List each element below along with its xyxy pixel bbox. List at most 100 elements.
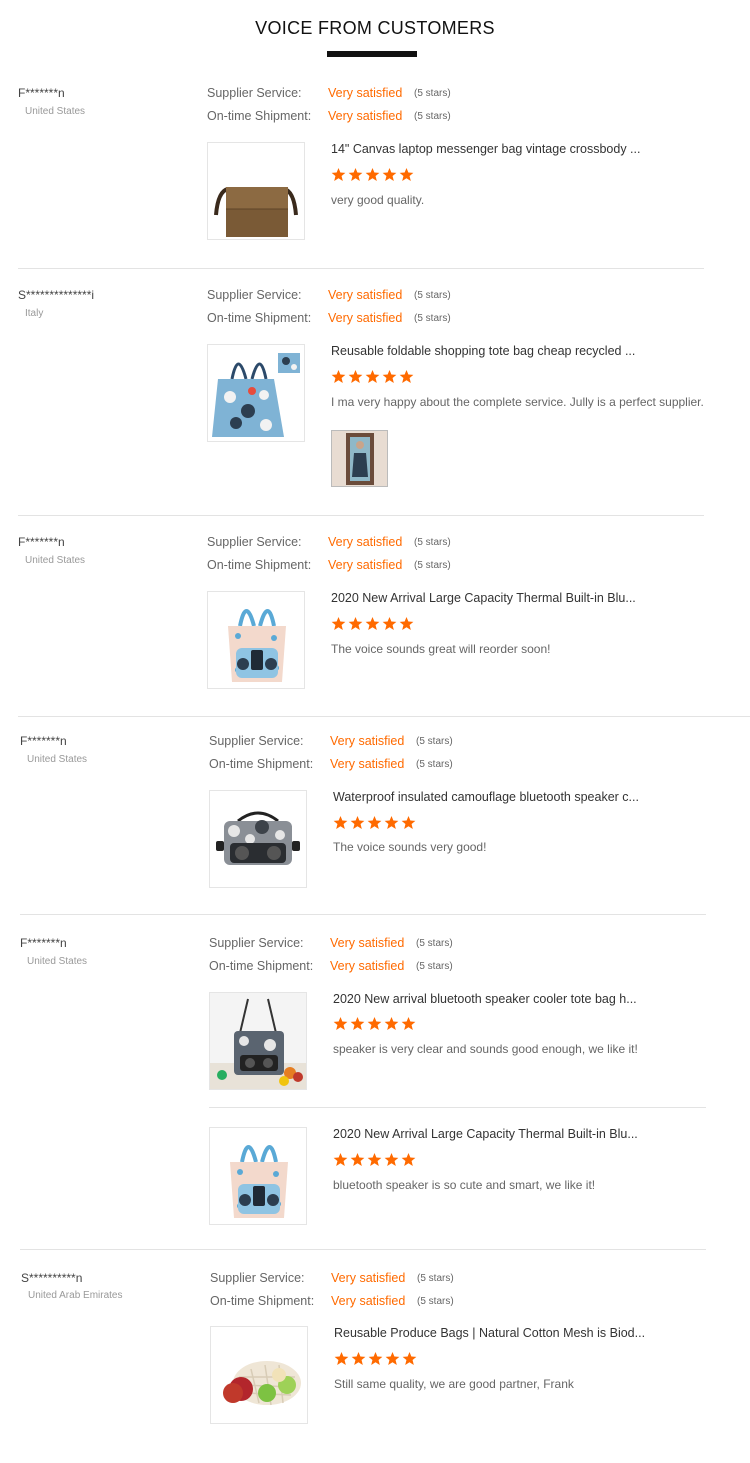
review-divider bbox=[20, 1249, 706, 1250]
star-icon bbox=[351, 1351, 366, 1365]
star-icon bbox=[382, 369, 397, 383]
star-icon bbox=[365, 369, 380, 383]
shipment-value: Very satisfied bbox=[330, 757, 405, 771]
speaker-tote-icon bbox=[230, 1145, 288, 1218]
product-title[interactable]: Reusable Produce Bags | Natural Cotton M… bbox=[334, 1326, 645, 1340]
supplier-service-stars: (5 stars) bbox=[417, 1273, 454, 1284]
product-image[interactable] bbox=[209, 1127, 307, 1225]
star-icon bbox=[367, 1016, 382, 1030]
supplier-service-label: Supplier Service: bbox=[207, 535, 302, 549]
star-icon bbox=[331, 167, 346, 181]
product-image[interactable] bbox=[209, 790, 307, 888]
star-rating bbox=[331, 369, 414, 384]
product-title[interactable]: 2020 New Arrival Large Capacity Thermal … bbox=[331, 591, 636, 605]
star-icon bbox=[402, 1351, 417, 1365]
shipment-value: Very satisfied bbox=[330, 959, 405, 973]
shipment-value: Very satisfied bbox=[328, 311, 403, 325]
shipment-label: On-time Shipment: bbox=[207, 558, 312, 572]
product-image[interactable] bbox=[207, 591, 305, 689]
star-icon bbox=[348, 616, 363, 630]
star-icon bbox=[384, 1152, 399, 1166]
star-icon bbox=[333, 815, 348, 829]
supplier-service-stars: (5 stars) bbox=[414, 290, 451, 301]
star-icon bbox=[333, 1152, 348, 1166]
customer-photo[interactable] bbox=[331, 430, 388, 487]
star-icon bbox=[350, 1016, 365, 1030]
produce-bag-icon bbox=[223, 1361, 301, 1406]
shipment-stars: (5 stars) bbox=[417, 1296, 454, 1307]
reviewer-country: Italy bbox=[25, 308, 44, 319]
star-icon bbox=[365, 167, 380, 181]
star-icon bbox=[401, 1016, 416, 1030]
star-icon bbox=[365, 616, 380, 630]
star-icon bbox=[331, 369, 346, 383]
review-divider bbox=[18, 716, 750, 717]
supplier-service-value: Very satisfied bbox=[328, 288, 403, 302]
shipment-label: On-time Shipment: bbox=[207, 311, 312, 325]
supplier-service-label: Supplier Service: bbox=[210, 1271, 305, 1285]
reviewer-country: United States bbox=[25, 106, 86, 117]
product-title[interactable]: Reusable foldable shopping tote bag chea… bbox=[331, 344, 635, 358]
shipment-stars: (5 stars) bbox=[414, 111, 451, 122]
product-image[interactable] bbox=[207, 344, 305, 442]
page-title: VOICE FROM CUSTOMERS bbox=[255, 18, 495, 38]
shipment-label: On-time Shipment: bbox=[207, 109, 312, 123]
product-title[interactable]: 14" Canvas laptop messenger bag vintage … bbox=[331, 142, 640, 156]
review-comment: The voice sounds great will reorder soon… bbox=[331, 642, 551, 656]
star-icon bbox=[348, 369, 363, 383]
review-divider bbox=[18, 268, 704, 269]
review-comment: very good quality. bbox=[331, 193, 425, 207]
product-image[interactable] bbox=[210, 1326, 308, 1424]
shipment-label: On-time Shipment: bbox=[209, 959, 314, 973]
reviewer-country: United States bbox=[27, 956, 88, 967]
star-rating bbox=[333, 1152, 416, 1167]
cooler-tote-icon bbox=[210, 993, 306, 1089]
review-comment: I ma very happy about the complete servi… bbox=[331, 395, 704, 409]
product-image[interactable] bbox=[207, 142, 305, 240]
star-icon bbox=[348, 167, 363, 181]
supplier-service-label: Supplier Service: bbox=[209, 734, 304, 748]
product-title[interactable]: Waterproof insulated camouflage bluetoot… bbox=[333, 790, 639, 804]
star-icon bbox=[368, 1351, 383, 1365]
customer-photo-icon bbox=[332, 431, 387, 486]
reviewer-name: F*******n bbox=[18, 535, 65, 549]
star-icon bbox=[384, 1016, 399, 1030]
shipment-stars: (5 stars) bbox=[416, 759, 453, 770]
star-icon bbox=[334, 1351, 349, 1365]
supplier-service-label: Supplier Service: bbox=[209, 936, 304, 950]
shipment-value: Very satisfied bbox=[328, 109, 403, 123]
review-comment: speaker is very clear and sounds good en… bbox=[333, 1042, 638, 1056]
supplier-service-label: Supplier Service: bbox=[207, 86, 302, 100]
star-icon bbox=[367, 815, 382, 829]
star-rating bbox=[331, 167, 414, 182]
reviewer-name: F*******n bbox=[18, 86, 65, 100]
product-image[interactable] bbox=[209, 992, 307, 1090]
review-comment: The voice sounds very good! bbox=[333, 840, 487, 854]
review-comment: bluetooth speaker is so cute and smart, … bbox=[333, 1178, 596, 1192]
star-icon bbox=[399, 167, 414, 181]
product-title[interactable]: 2020 New arrival bluetooth speaker coole… bbox=[333, 992, 637, 1006]
supplier-service-value: Very satisfied bbox=[328, 535, 403, 549]
star-icon bbox=[399, 369, 414, 383]
supplier-service-value: Very satisfied bbox=[331, 1271, 406, 1285]
reviewer-name: S**********n bbox=[21, 1271, 83, 1285]
reviewer-name: F*******n bbox=[20, 734, 67, 748]
star-rating bbox=[333, 1016, 416, 1031]
title-underline bbox=[327, 51, 417, 57]
product-title[interactable]: 2020 New Arrival Large Capacity Thermal … bbox=[333, 1127, 638, 1141]
star-icon bbox=[384, 815, 399, 829]
supplier-service-stars: (5 stars) bbox=[414, 537, 451, 548]
supplier-service-value: Very satisfied bbox=[330, 936, 405, 950]
supplier-service-value: Very satisfied bbox=[328, 86, 403, 100]
review-comment: Still same quality, we are good partner,… bbox=[334, 1377, 574, 1391]
reviewer-country: United States bbox=[25, 555, 86, 566]
product-divider bbox=[209, 1107, 706, 1108]
star-icon bbox=[367, 1152, 382, 1166]
reviewer-country: United States bbox=[27, 754, 88, 765]
star-icon bbox=[382, 167, 397, 181]
tote-bag-icon bbox=[212, 353, 300, 437]
supplier-service-stars: (5 stars) bbox=[416, 938, 453, 949]
star-icon bbox=[401, 1152, 416, 1166]
star-icon bbox=[350, 1152, 365, 1166]
supplier-service-stars: (5 stars) bbox=[416, 736, 453, 747]
